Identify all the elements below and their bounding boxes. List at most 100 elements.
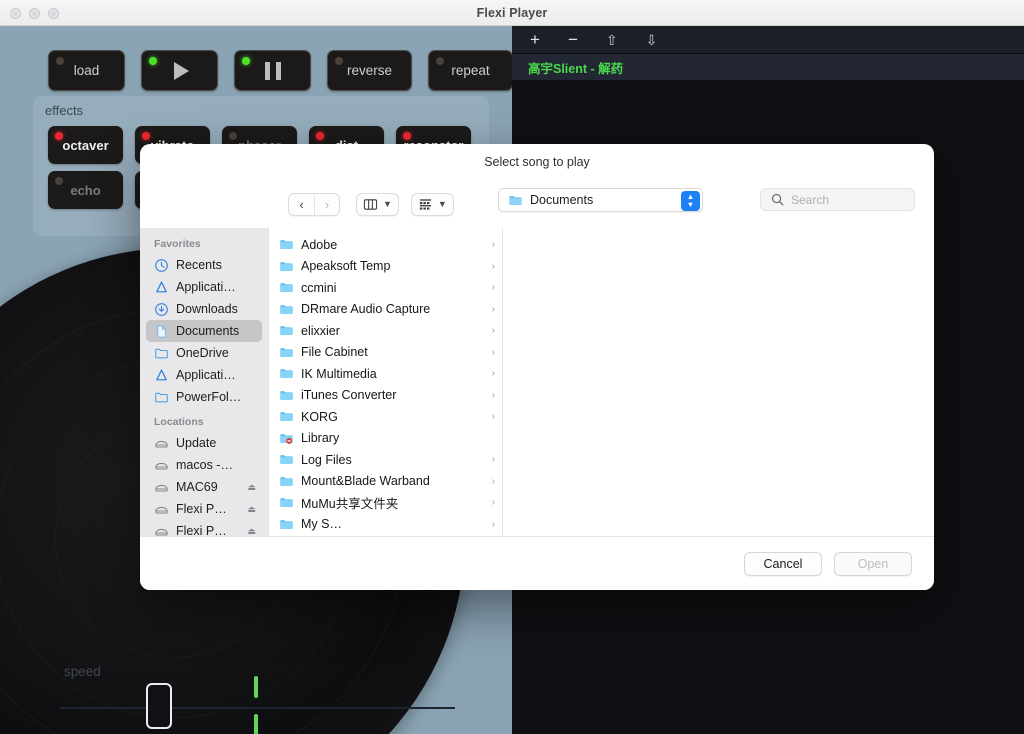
dialog-title: Select song to play — [484, 155, 590, 169]
play-button[interactable] — [141, 50, 218, 91]
eject-icon[interactable]: ⏏ — [247, 526, 256, 537]
file-name: Adobe — [301, 237, 338, 252]
sidebar-item-mac69[interactable]: MAC69 ⏏ — [146, 476, 262, 498]
chevron-right-icon: › — [491, 518, 495, 530]
sidebar-item-recents[interactable]: Recents — [146, 254, 262, 276]
column-view-button[interactable]: ▼ — [356, 192, 399, 216]
phaser-led-icon — [229, 132, 237, 140]
repeat-led-icon — [436, 57, 444, 65]
reverse-button[interactable]: reverse — [327, 50, 412, 91]
file-row-library[interactable]: Library — [269, 428, 502, 450]
chevron-right-icon: › — [491, 475, 495, 487]
file-row-mount-and-blade-warband[interactable]: Mount&Blade Warband › — [269, 471, 502, 493]
folder-icon — [280, 455, 293, 465]
sidebar-item-documents[interactable]: Documents — [146, 320, 262, 342]
folder-icon — [280, 347, 293, 357]
sidebar-item-label: Downloads — [176, 302, 238, 316]
pause-button[interactable] — [234, 50, 311, 91]
appstore-icon — [156, 280, 167, 292]
sidebar-section-favorites-header: Favorites — [154, 238, 201, 250]
sidebar-item-label: OneDrive — [176, 346, 229, 360]
file-row-my-s[interactable]: My S… › — [269, 514, 502, 536]
speed-slider-track[interactable] — [60, 707, 455, 709]
sidebar-item-macos[interactable]: macos -… — [146, 454, 262, 476]
file-row-drmare-audio-capture[interactable]: DRmare Audio Capture › — [269, 299, 502, 321]
dialog-footer: Cancel Open — [140, 536, 934, 590]
sidebar-item-label: MAC69 — [176, 480, 218, 494]
sidebar-item-powerfolder[interactable]: PowerFol… — [146, 386, 262, 408]
zoom-button[interactable] — [48, 8, 59, 19]
cancel-button[interactable]: Cancel — [744, 551, 822, 576]
move-up-icon[interactable]: ⇧ — [606, 33, 618, 47]
search-input[interactable]: Search — [760, 188, 915, 211]
repeat-button[interactable]: repeat — [428, 50, 512, 91]
effect-octaver-button[interactable]: octaver — [48, 126, 123, 164]
folder-icon — [280, 283, 293, 293]
file-row-apeaksoft-temp[interactable]: Apeaksoft Temp › — [269, 256, 502, 278]
clock-icon — [155, 258, 168, 272]
chevron-right-icon: › — [491, 389, 495, 401]
folder-icon — [155, 348, 168, 358]
forward-button[interactable]: › — [314, 193, 339, 215]
path-popup-label: Documents — [530, 193, 594, 207]
file-row-mumu-shared-folder[interactable]: MuMu共享文件夹 › — [269, 492, 502, 514]
file-row-elixxier[interactable]: elixxier › — [269, 320, 502, 342]
back-button[interactable]: ‹ — [289, 194, 314, 215]
chevron-down-icon: ▼ — [383, 199, 392, 209]
minus-icon[interactable]: − — [568, 31, 578, 48]
file-row-itunes-converter[interactable]: iTunes Converter › — [269, 385, 502, 407]
folder-restricted-icon — [280, 433, 293, 444]
chevron-right-icon: › — [491, 411, 495, 423]
file-row-ik-multimedia[interactable]: IK Multimedia › — [269, 363, 502, 385]
effect-echo-button[interactable]: echo — [48, 171, 123, 209]
sidebar-item-applications[interactable]: Applicati… — [146, 276, 262, 298]
sidebar-item-label: Documents — [176, 324, 240, 338]
window-title: Flexi Player — [476, 5, 548, 20]
eject-icon[interactable]: ⏏ — [247, 504, 256, 515]
drive-icon — [155, 484, 168, 491]
path-popup-button[interactable]: Documents ▲ ▼ — [498, 188, 703, 212]
sidebar-item-flexi-player-1[interactable]: Flexi P… ⏏ — [146, 498, 262, 520]
file-name: IK Multimedia — [301, 366, 377, 381]
speed-slider-thumb[interactable] — [146, 683, 172, 729]
playlist-track-row[interactable]: 高宇Slient - 解药 — [512, 54, 1024, 80]
sidebar-item-label: Applicati… — [176, 368, 236, 382]
sidebar-item-applications-2[interactable]: Applicati… — [146, 364, 262, 386]
sidebar-section-locations-header: Locations — [154, 416, 204, 428]
file-name: elixxier — [301, 323, 340, 338]
plus-icon[interactable]: + — [530, 31, 540, 48]
stepper-icon[interactable]: ▲ ▼ — [681, 190, 700, 211]
move-down-icon[interactable]: ⇩ — [646, 33, 658, 47]
chevron-right-icon: › — [491, 239, 495, 251]
load-button[interactable]: load — [48, 50, 125, 91]
file-row-log-files[interactable]: Log Files › — [269, 449, 502, 471]
sidebar-item-update[interactable]: Update — [146, 432, 262, 454]
file-row-korg[interactable]: KORG › — [269, 406, 502, 428]
close-button[interactable] — [10, 8, 21, 19]
reverse-led-icon — [335, 57, 343, 65]
effect-octaver-label: octaver — [62, 137, 109, 153]
chevron-right-icon: › — [491, 346, 495, 358]
sidebar-item-onedrive[interactable]: OneDrive — [146, 342, 262, 364]
playlist-track-title: 高宇Slient - 解药 — [528, 61, 624, 76]
group-by-button[interactable]: ▼ — [410, 192, 454, 216]
eject-icon[interactable]: ⏏ — [247, 482, 256, 493]
file-name: MuMu共享文件夹 — [301, 497, 399, 512]
play-led-icon — [149, 57, 157, 65]
drive-icon — [155, 440, 168, 447]
folder-icon — [280, 390, 293, 400]
file-row-ccmini[interactable]: ccmini › — [269, 277, 502, 299]
file-row-adobe[interactable]: Adobe › — [269, 234, 502, 256]
load-button-label: load — [73, 63, 100, 78]
effect-echo-label: echo — [70, 182, 101, 198]
resonator-led-icon — [403, 132, 411, 140]
search-placeholder: Search — [791, 192, 830, 207]
columns-icon — [363, 198, 378, 210]
file-row-file-cabinet[interactable]: File Cabinet › — [269, 342, 502, 364]
sidebar-item-label: Recents — [176, 258, 222, 272]
minimize-button[interactable] — [29, 8, 40, 19]
flexi-player-window: Flexi Player load reverse repeat effects… — [0, 0, 1024, 734]
open-button[interactable]: Open — [834, 551, 912, 576]
dist-led-icon — [316, 132, 324, 140]
sidebar-item-downloads[interactable]: Downloads — [146, 298, 262, 320]
